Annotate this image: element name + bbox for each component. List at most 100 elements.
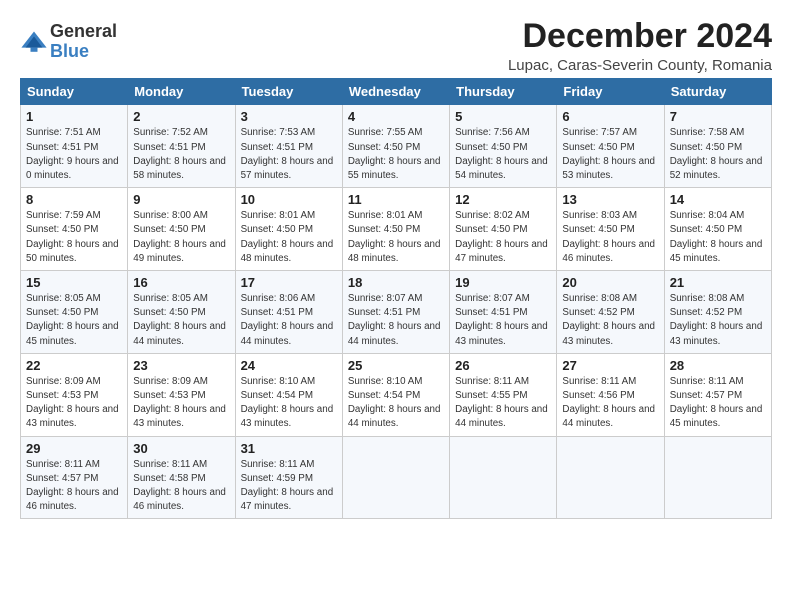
calendar-cell: 25 Sunrise: 8:10 AMSunset: 4:54 PMDayligh… [342,353,449,436]
day-detail: Sunrise: 8:11 AMSunset: 4:56 PMDaylight:… [562,376,655,430]
day-number: 31 [241,441,337,456]
calendar-row-5: 29 Sunrise: 8:11 AMSunset: 4:57 PMDayligh… [21,436,772,519]
day-detail: Sunrise: 8:04 AMSunset: 4:50 PMDaylight:… [670,210,763,264]
calendar-cell [557,436,664,519]
day-number: 13 [562,192,658,207]
day-number: 17 [241,275,337,290]
day-detail: Sunrise: 8:00 AMSunset: 4:50 PMDaylight:… [133,210,226,264]
day-number: 15 [26,275,122,290]
day-number: 22 [26,358,122,373]
day-number: 29 [26,441,122,456]
day-detail: Sunrise: 7:58 AMSunset: 4:50 PMDaylight:… [670,127,763,181]
calendar-row-4: 22 Sunrise: 8:09 AMSunset: 4:53 PMDayligh… [21,353,772,436]
day-number: 25 [348,358,444,373]
calendar-cell: 2 Sunrise: 7:52 AMSunset: 4:51 PMDaylight… [128,105,235,188]
day-detail: Sunrise: 8:08 AMSunset: 4:52 PMDaylight:… [670,293,763,347]
day-number: 19 [455,275,551,290]
day-number: 26 [455,358,551,373]
calendar-cell: 16 Sunrise: 8:05 AMSunset: 4:50 PMDayligh… [128,271,235,354]
calendar-cell: 30Sunrise: 8:11 AMSunset: 4:58 PMDayligh… [128,436,235,519]
day-detail: Sunrise: 7:56 AMSunset: 4:50 PMDaylight:… [455,127,548,181]
calendar-table: Sunday Monday Tuesday Wednesday Thursday… [20,78,772,519]
day-detail: Sunrise: 8:10 AMSunset: 4:54 PMDaylight:… [348,376,441,430]
location-subtitle: Lupac, Caras-Severin County, Romania [508,57,772,74]
day-number: 14 [670,192,766,207]
day-detail: Sunrise: 7:51 AMSunset: 4:51 PMDaylight:… [26,127,119,181]
day-detail: Sunrise: 8:10 AMSunset: 4:54 PMDaylight:… [241,376,334,430]
calendar-cell: 27Sunrise: 8:11 AMSunset: 4:56 PMDayligh… [557,353,664,436]
calendar-cell: 12Sunrise: 8:02 AMSunset: 4:50 PMDayligh… [450,188,557,271]
day-detail: Sunrise: 8:11 AMSunset: 4:57 PMDaylight:… [670,376,763,430]
calendar-cell: 10Sunrise: 8:01 AMSunset: 4:50 PMDayligh… [235,188,342,271]
day-detail: Sunrise: 8:07 AMSunset: 4:51 PMDaylight:… [455,293,548,347]
calendar-cell: 24 Sunrise: 8:10 AMSunset: 4:54 PMDayligh… [235,353,342,436]
calendar-cell: 11 Sunrise: 8:01 AMSunset: 4:50 PMDayligh… [342,188,449,271]
day-detail: Sunrise: 8:06 AMSunset: 4:51 PMDaylight:… [241,293,334,347]
calendar-cell: 15 Sunrise: 8:05 AMSunset: 4:50 PMDayligh… [21,271,128,354]
calendar-row-2: 8 Sunrise: 7:59 AMSunset: 4:50 PMDaylight… [21,188,772,271]
day-number: 2 [133,109,229,124]
calendar-cell: 22Sunrise: 8:09 AMSunset: 4:53 PMDayligh… [21,353,128,436]
day-detail: Sunrise: 8:05 AMSunset: 4:50 PMDaylight:… [26,293,119,347]
col-thursday: Thursday [450,79,557,105]
logo-blue: Blue [50,42,117,62]
day-number: 6 [562,109,658,124]
calendar-cell: 3 Sunrise: 7:53 AMSunset: 4:51 PMDaylight… [235,105,342,188]
day-number: 20 [562,275,658,290]
col-saturday: Saturday [664,79,771,105]
day-detail: Sunrise: 8:03 AMSunset: 4:50 PMDaylight:… [562,210,655,264]
logo-general: General [50,22,117,42]
day-detail: Sunrise: 7:52 AMSunset: 4:51 PMDaylight:… [133,127,226,181]
day-detail: Sunrise: 8:09 AMSunset: 4:53 PMDaylight:… [133,376,226,430]
day-number: 9 [133,192,229,207]
day-number: 4 [348,109,444,124]
col-friday: Friday [557,79,664,105]
month-title: December 2024 [508,18,772,55]
day-number: 3 [241,109,337,124]
day-detail: Sunrise: 8:11 AMSunset: 4:55 PMDaylight:… [455,376,548,430]
page: General Blue December 2024 Lupac, Caras-… [0,0,792,531]
day-number: 5 [455,109,551,124]
day-number: 1 [26,109,122,124]
day-number: 24 [241,358,337,373]
title-block: December 2024 Lupac, Caras-Severin Count… [508,18,772,74]
day-detail: Sunrise: 7:53 AMSunset: 4:51 PMDaylight:… [241,127,334,181]
day-number: 7 [670,109,766,124]
day-detail: Sunrise: 8:07 AMSunset: 4:51 PMDaylight:… [348,293,441,347]
calendar-cell [342,436,449,519]
calendar-cell: 23 Sunrise: 8:09 AMSunset: 4:53 PMDayligh… [128,353,235,436]
calendar-cell: 14 Sunrise: 8:04 AMSunset: 4:50 PMDayligh… [664,188,771,271]
day-number: 30 [133,441,229,456]
day-detail: Sunrise: 8:11 AMSunset: 4:59 PMDaylight:… [241,459,334,513]
calendar-cell: 20 Sunrise: 8:08 AMSunset: 4:52 PMDayligh… [557,271,664,354]
calendar-cell: 13 Sunrise: 8:03 AMSunset: 4:50 PMDayligh… [557,188,664,271]
day-detail: Sunrise: 8:01 AMSunset: 4:50 PMDaylight:… [241,210,334,264]
calendar-cell: 17 Sunrise: 8:06 AMSunset: 4:51 PMDayligh… [235,271,342,354]
col-sunday: Sunday [21,79,128,105]
calendar-row-1: 1 Sunrise: 7:51 AMSunset: 4:51 PMDaylight… [21,105,772,188]
day-number: 12 [455,192,551,207]
day-detail: Sunrise: 7:59 AMSunset: 4:50 PMDaylight:… [26,210,119,264]
day-detail: Sunrise: 8:01 AMSunset: 4:50 PMDaylight:… [348,210,441,264]
calendar-cell: 8 Sunrise: 7:59 AMSunset: 4:50 PMDaylight… [21,188,128,271]
calendar-cell: 4Sunrise: 7:55 AMSunset: 4:50 PMDaylight… [342,105,449,188]
calendar-cell: 26 Sunrise: 8:11 AMSunset: 4:55 PMDayligh… [450,353,557,436]
day-detail: Sunrise: 8:08 AMSunset: 4:52 PMDaylight:… [562,293,655,347]
calendar-cell: 19 Sunrise: 8:07 AMSunset: 4:51 PMDayligh… [450,271,557,354]
day-number: 23 [133,358,229,373]
day-number: 16 [133,275,229,290]
day-detail: Sunrise: 8:05 AMSunset: 4:50 PMDaylight:… [133,293,226,347]
day-number: 18 [348,275,444,290]
logo-text: General Blue [50,22,117,62]
day-number: 11 [348,192,444,207]
day-number: 8 [26,192,122,207]
day-number: 21 [670,275,766,290]
calendar-cell: 31 Sunrise: 8:11 AMSunset: 4:59 PMDayligh… [235,436,342,519]
calendar-cell: 29 Sunrise: 8:11 AMSunset: 4:57 PMDayligh… [21,436,128,519]
day-detail: Sunrise: 8:11 AMSunset: 4:57 PMDaylight:… [26,459,119,513]
calendar-cell [450,436,557,519]
calendar-cell: 28Sunrise: 8:11 AMSunset: 4:57 PMDayligh… [664,353,771,436]
calendar-cell: 7 Sunrise: 7:58 AMSunset: 4:50 PMDaylight… [664,105,771,188]
header-row: Sunday Monday Tuesday Wednesday Thursday… [21,79,772,105]
col-wednesday: Wednesday [342,79,449,105]
